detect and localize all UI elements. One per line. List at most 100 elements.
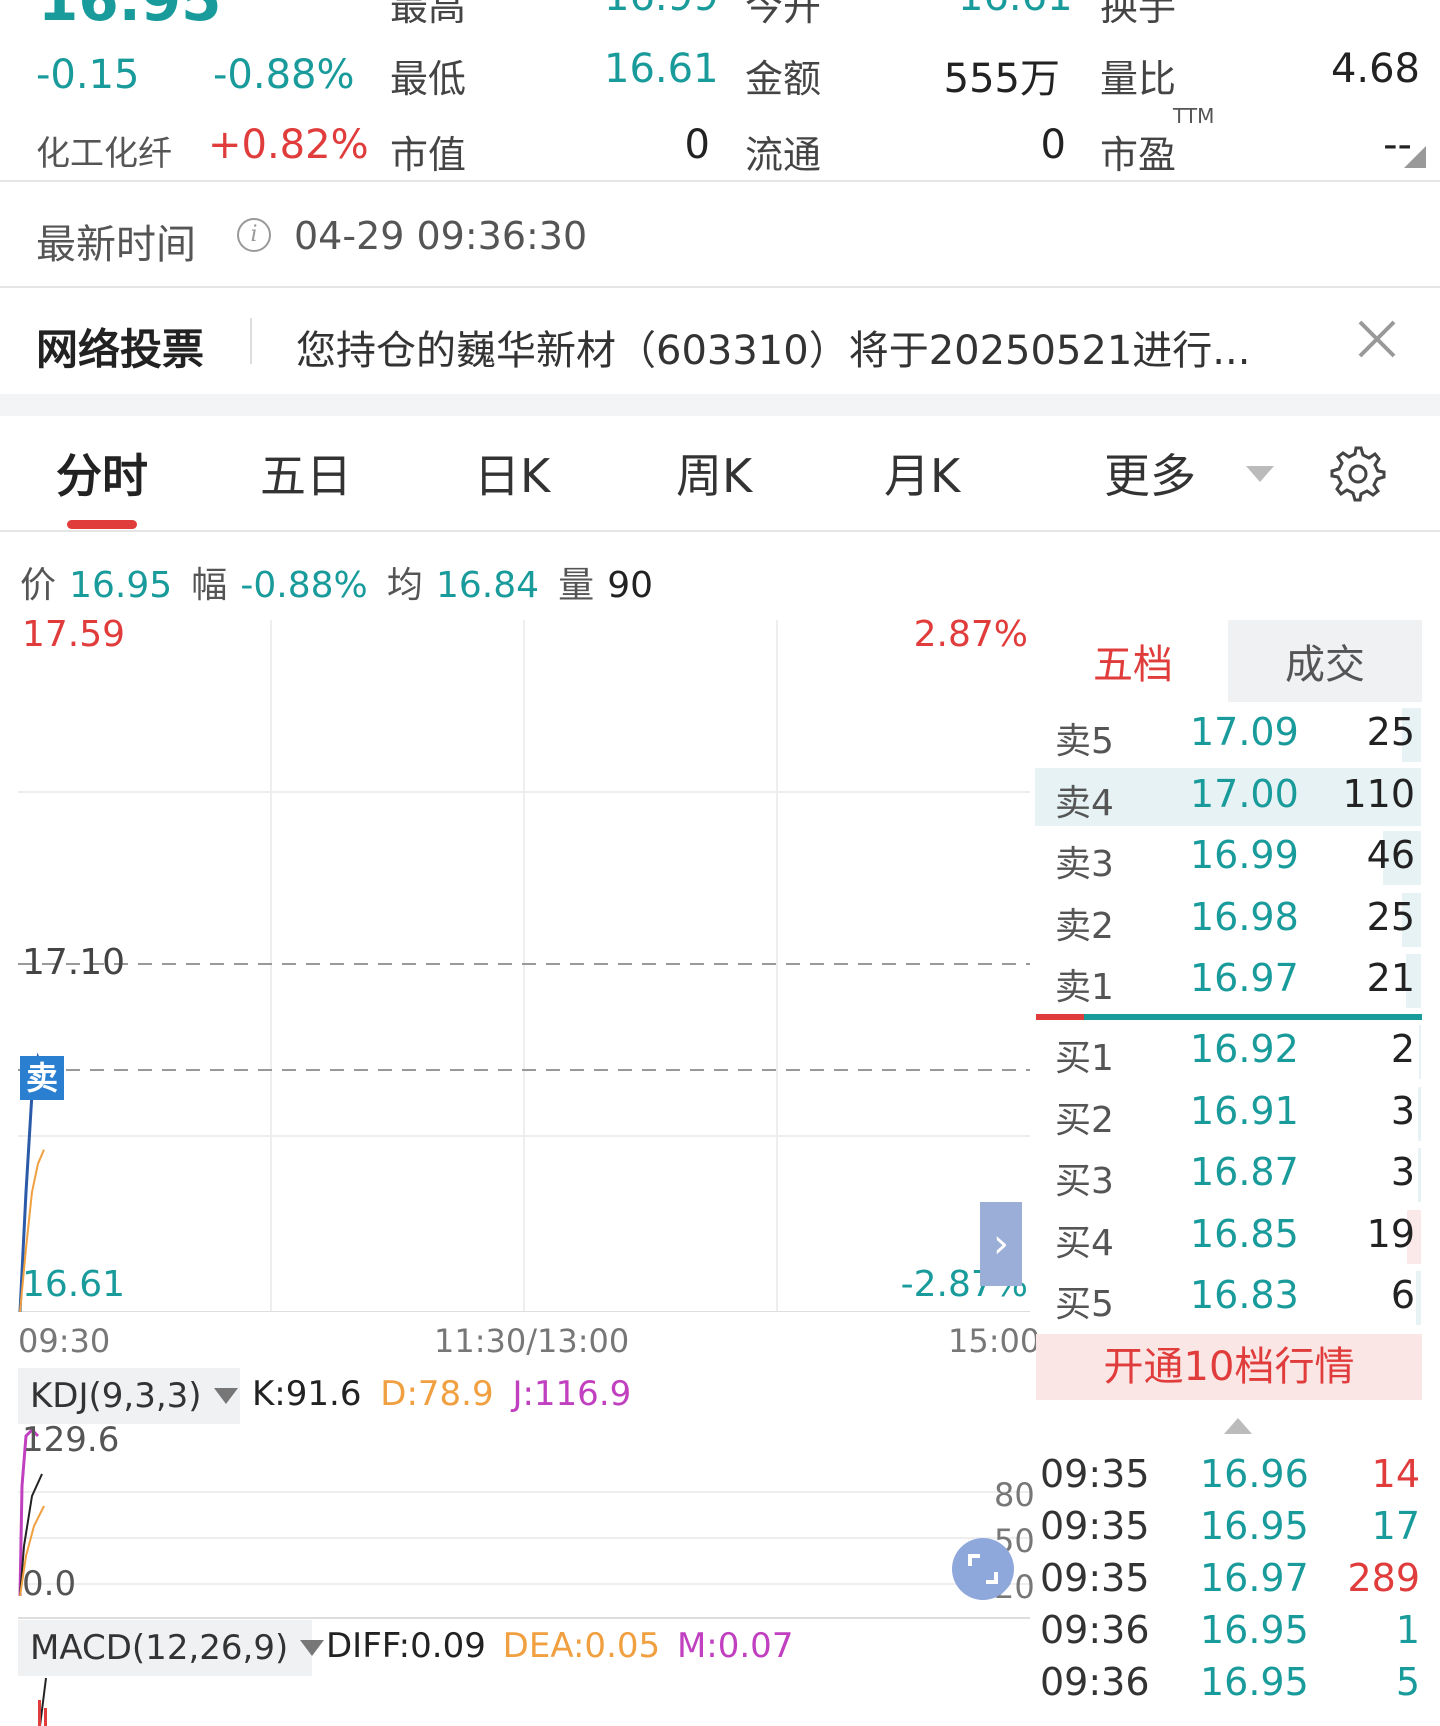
- macd-diff-value: DIFF:0.09: [326, 1626, 486, 1666]
- tab-intraday[interactable]: 分时: [56, 440, 148, 506]
- macd-chart[interactable]: [18, 1678, 1030, 1726]
- tab-trades[interactable]: 成交: [1228, 620, 1422, 702]
- chart-pct-top-label: 2.87%: [913, 614, 1028, 655]
- trade-vol: 17: [1371, 1504, 1420, 1548]
- stat-label-open: 今开: [745, 0, 822, 29]
- stat-value-volume-ratio: 4.68: [1330, 46, 1420, 92]
- buy-vol: 2: [1390, 1027, 1415, 1071]
- macd-values: DIFF:0.09 DEA:0.05 M:0.07: [326, 1626, 793, 1666]
- trade-row[interactable]: 09:36 16.95 5: [1040, 1660, 1420, 1712]
- sell-row[interactable]: 卖4 17.00 110: [1035, 767, 1421, 826]
- trade-row[interactable]: 09:35 16.95 17: [1040, 1504, 1420, 1556]
- chevron-right-icon[interactable]: ›: [980, 1202, 1022, 1286]
- tab-five-level[interactable]: 五档: [1038, 620, 1228, 702]
- chart-avg-value: 16.84: [435, 565, 539, 606]
- buy-price: 16.92: [1190, 1027, 1299, 1071]
- buy-row[interactable]: 买5 16.83 6: [1035, 1269, 1421, 1327]
- kdj-selector[interactable]: KDJ(9,3,3): [18, 1368, 240, 1424]
- chevron-up-icon[interactable]: [1224, 1418, 1252, 1434]
- latest-time: 04-29 09:36:30: [294, 214, 588, 258]
- sector-name[interactable]: 化工化纤: [36, 126, 172, 175]
- tab-month-k[interactable]: 月K: [884, 440, 960, 506]
- notice-text[interactable]: 您持仓的巍华新材（603310）将于20250521进行...: [296, 318, 1341, 376]
- buy-row[interactable]: 买4 16.85 19: [1035, 1208, 1421, 1266]
- sell-vol: 25: [1366, 710, 1415, 754]
- kdj-values: K:91.6 D:78.9 J:116.9: [252, 1374, 631, 1414]
- sell-label: 卖5: [1055, 721, 1114, 762]
- chevron-down-icon[interactable]: [1246, 466, 1274, 482]
- buy-price: 16.83: [1190, 1273, 1299, 1317]
- info-circle-icon[interactable]: i: [237, 218, 271, 252]
- trade-row[interactable]: 09:35 16.96 14: [1040, 1452, 1420, 1504]
- kdj-chart[interactable]: [18, 1426, 1030, 1620]
- macd-dea-value: DEA:0.05: [502, 1626, 661, 1666]
- buy-price: 16.85: [1190, 1211, 1299, 1256]
- stat-label-low: 最低: [390, 57, 467, 101]
- buy-volume-bar: [1418, 1148, 1421, 1202]
- trade-price: 16.95: [1200, 1608, 1309, 1652]
- trade-row[interactable]: 09:36 16.95 1: [1040, 1608, 1420, 1660]
- sector-change-pct: +0.82%: [208, 122, 369, 168]
- trade-time: 09:35: [1040, 1556, 1150, 1600]
- kdj-k-value: K:91.6: [252, 1374, 362, 1414]
- sell-row[interactable]: 卖1 16.97 21: [1035, 952, 1421, 1010]
- kdj-top-label: 129.6: [22, 1420, 120, 1460]
- stat-label-market-cap: 市值: [390, 133, 467, 177]
- sell-row[interactable]: 卖2 16.98 25: [1035, 891, 1421, 949]
- macd-selector[interactable]: MACD(12,26,9): [18, 1620, 325, 1676]
- buy-label: 买1: [1055, 1038, 1114, 1079]
- time-label: 最新时间: [36, 222, 196, 268]
- buy-row[interactable]: 买3 16.87 3: [1035, 1146, 1421, 1204]
- buy-vol: 6: [1390, 1273, 1415, 1317]
- orderbook-separator-red: [1036, 1014, 1084, 1020]
- buy-vol: 3: [1390, 1088, 1415, 1133]
- orderbook-separator: [1036, 1014, 1422, 1020]
- sell-marker[interactable]: 卖: [20, 1056, 64, 1100]
- sell-row[interactable]: 卖3 16.99 46: [1035, 829, 1421, 887]
- kdj-name: KDJ(9,3,3): [30, 1376, 202, 1416]
- tab-day-k[interactable]: 日K: [474, 440, 550, 506]
- close-icon[interactable]: [1352, 314, 1402, 364]
- sell-label: 卖4: [1055, 782, 1114, 824]
- stat-label-turnover: 换手: [1100, 0, 1177, 29]
- ttm-badge: TTM: [1173, 104, 1215, 128]
- stat-value-amount: 555万: [943, 56, 1060, 102]
- buy-row[interactable]: 买1 16.92 2: [1035, 1023, 1421, 1081]
- sell-price: 17.00: [1190, 771, 1299, 816]
- tab-five-day[interactable]: 五日: [260, 440, 352, 506]
- chart-y-bottom-label: 16.61: [22, 1264, 126, 1305]
- sell-price: 16.98: [1190, 894, 1299, 939]
- sell-price: 16.97: [1190, 956, 1299, 1000]
- intraday-chart[interactable]: [18, 620, 1030, 1312]
- time-axis-start: 09:30: [18, 1322, 111, 1360]
- time-axis-mid: 11:30/13:00: [434, 1322, 630, 1360]
- trade-price: 16.95: [1200, 1660, 1309, 1704]
- sell-vol: 25: [1366, 894, 1415, 939]
- buy-row[interactable]: 买2 16.91 3: [1035, 1085, 1421, 1143]
- fullscreen-icon[interactable]: [952, 1538, 1014, 1600]
- kdj-j-value: J:116.9: [512, 1374, 632, 1414]
- sell-vol: 110: [1342, 771, 1415, 816]
- trade-vol: 14: [1371, 1452, 1420, 1496]
- gear-icon[interactable]: [1330, 446, 1386, 502]
- chart-avg-label: 均: [386, 565, 423, 606]
- stat-label-volume-ratio: 量比: [1100, 57, 1177, 101]
- sell-row[interactable]: 卖5 17.09 25: [1035, 706, 1421, 764]
- chart-info-row: 价 16.95 幅 -0.88% 均 16.84 量 90: [20, 556, 653, 608]
- trade-time: 09:35: [1040, 1452, 1150, 1496]
- chart-price-label: 价: [20, 565, 57, 606]
- notice-label: 网络投票: [36, 325, 205, 374]
- upgrade-ten-level-button[interactable]: 开通10档行情: [1036, 1334, 1422, 1400]
- tab-week-k[interactable]: 周K: [676, 440, 752, 506]
- triangle-down-icon: [213, 1388, 238, 1404]
- corner-triangle-icon[interactable]: [1404, 146, 1426, 168]
- tab-more[interactable]: 更多: [1104, 440, 1196, 506]
- stat-label-pe: 市盈: [1100, 133, 1177, 177]
- price-change: -0.15: [36, 52, 140, 98]
- buy-volume-bar: [1418, 1086, 1421, 1141]
- trade-row[interactable]: 09:35 16.97 289: [1040, 1556, 1420, 1608]
- trade-price: 16.95: [1200, 1504, 1309, 1548]
- macd-name: MACD(12,26,9): [30, 1628, 289, 1668]
- stat-value-market-cap: 0: [684, 122, 710, 168]
- buy-volume-bar: [1416, 1271, 1421, 1325]
